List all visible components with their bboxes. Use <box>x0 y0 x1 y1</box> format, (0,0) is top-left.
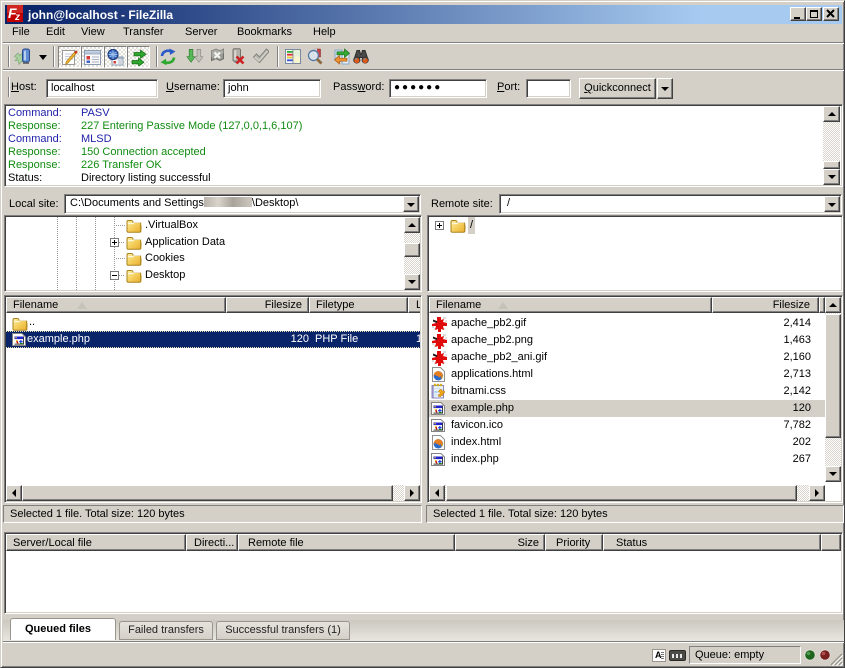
svg-text:z: z <box>14 12 20 22</box>
